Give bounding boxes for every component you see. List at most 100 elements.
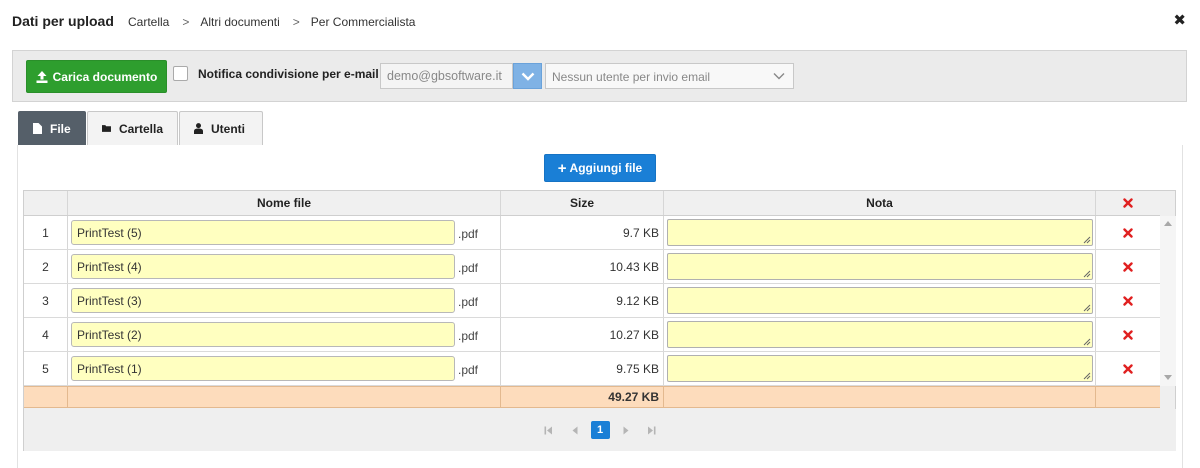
nota-cell bbox=[664, 284, 1096, 317]
nota-cell bbox=[664, 318, 1096, 351]
first-page-button[interactable] bbox=[536, 421, 562, 439]
table-row: 4 PrintTest (2) .pdf 10.27 KB bbox=[24, 318, 1160, 352]
delete-icon bbox=[1123, 295, 1133, 306]
file-name-input[interactable]: PrintTest (2) bbox=[71, 322, 455, 347]
file-size: 10.43 KB bbox=[501, 250, 664, 283]
add-file-button[interactable]: + Aggiungi file bbox=[544, 154, 656, 182]
delete-row-button[interactable] bbox=[1096, 318, 1160, 351]
row-number: 4 bbox=[24, 318, 68, 351]
total-size: 49.27 KB bbox=[501, 387, 664, 407]
add-file-label: Aggiungi file bbox=[569, 161, 643, 175]
notify-label: Notifica condivisione per e-mail bbox=[198, 67, 379, 81]
email-user-select[interactable]: Nessun utente per invio email bbox=[545, 63, 794, 89]
file-extension: .pdf bbox=[458, 227, 479, 241]
name-cell: PrintTest (2) .pdf bbox=[68, 318, 501, 351]
nota-cell bbox=[664, 352, 1096, 385]
last-page-button[interactable] bbox=[639, 421, 665, 439]
header-nota[interactable]: Nota bbox=[664, 191, 1096, 215]
chevron-down-icon bbox=[521, 72, 534, 81]
footer-empty bbox=[1096, 387, 1160, 407]
pager: 1 bbox=[24, 409, 1176, 451]
tab-cartella-label: Cartella bbox=[118, 121, 163, 136]
file-size: 9.75 KB bbox=[501, 352, 664, 385]
delete-row-button[interactable] bbox=[1096, 352, 1160, 385]
file-name-input[interactable]: PrintTest (1) bbox=[71, 356, 455, 381]
chevron-right-icon: > bbox=[182, 15, 190, 29]
file-extension: .pdf bbox=[458, 363, 479, 377]
nota-cell bbox=[664, 216, 1096, 249]
nota-cell bbox=[664, 250, 1096, 283]
tab-utenti-label: Utenti bbox=[211, 121, 245, 136]
table-row: 1 PrintTest (5) .pdf 9.7 KB bbox=[24, 216, 1160, 250]
footer-empty bbox=[664, 387, 1096, 407]
user-icon bbox=[194, 123, 203, 134]
dialog-header: Dati per upload Cartella > Altri documen… bbox=[0, 0, 1200, 44]
tab-bar: File Cartella Utenti bbox=[18, 111, 264, 145]
nota-textarea[interactable] bbox=[667, 355, 1093, 382]
file-extension: .pdf bbox=[458, 295, 479, 309]
nota-textarea[interactable] bbox=[667, 287, 1093, 314]
nota-textarea[interactable] bbox=[667, 219, 1093, 246]
header-nome-file[interactable]: Nome file bbox=[68, 191, 501, 215]
file-icon bbox=[33, 123, 42, 134]
file-size: 10.27 KB bbox=[501, 318, 664, 351]
upload-document-button[interactable]: Carica documento bbox=[26, 60, 167, 93]
tab-utenti[interactable]: Utenti bbox=[179, 111, 263, 145]
next-page-icon bbox=[623, 426, 628, 434]
file-extension: .pdf bbox=[458, 329, 479, 343]
delete-icon bbox=[1123, 329, 1133, 340]
nota-textarea[interactable] bbox=[667, 253, 1093, 280]
prev-page-button[interactable] bbox=[562, 421, 588, 439]
breadcrumb: Cartella > Altri documenti > Per Commerc… bbox=[128, 15, 415, 29]
prev-page-icon bbox=[572, 426, 577, 434]
breadcrumb-item[interactable]: Cartella bbox=[128, 15, 169, 29]
first-page-icon bbox=[544, 426, 552, 434]
next-page-button[interactable] bbox=[613, 421, 639, 439]
grid-header: Nome file Size Nota bbox=[24, 191, 1160, 216]
name-cell: PrintTest (1) .pdf bbox=[68, 352, 501, 385]
file-name-input[interactable]: PrintTest (5) bbox=[71, 220, 455, 245]
nota-textarea[interactable] bbox=[667, 321, 1093, 348]
scroll-down-icon[interactable] bbox=[1164, 375, 1172, 380]
resize-grip-icon[interactable] bbox=[1083, 304, 1091, 312]
grid-rows: 1 PrintTest (5) .pdf 9.7 KB 2 PrintTest … bbox=[24, 216, 1160, 386]
resize-grip-icon[interactable] bbox=[1083, 236, 1091, 244]
toolbar: Carica documento Notifica condivisione p… bbox=[12, 50, 1187, 102]
delete-icon bbox=[1123, 261, 1133, 272]
close-icon[interactable]: ✖ bbox=[1173, 11, 1186, 29]
upload-icon bbox=[36, 70, 48, 83]
grid-footer: 49.27 KB bbox=[24, 386, 1160, 408]
delete-icon bbox=[1123, 227, 1133, 238]
page-number-button[interactable]: 1 bbox=[590, 421, 610, 439]
breadcrumb-item[interactable]: Per Commercialista bbox=[311, 15, 416, 29]
resize-grip-icon[interactable] bbox=[1083, 338, 1091, 346]
tab-cartella[interactable]: Cartella bbox=[87, 111, 178, 145]
breadcrumb-item[interactable]: Altri documenti bbox=[200, 15, 279, 29]
delete-all-button[interactable] bbox=[1096, 191, 1160, 215]
tab-file[interactable]: File bbox=[18, 111, 86, 145]
resize-grip-icon[interactable] bbox=[1083, 372, 1091, 380]
file-name-input[interactable]: PrintTest (4) bbox=[71, 254, 455, 279]
scroll-up-icon[interactable] bbox=[1164, 221, 1172, 226]
table-row: 3 PrintTest (3) .pdf 9.12 KB bbox=[24, 284, 1160, 318]
last-page-icon bbox=[648, 426, 656, 434]
name-cell: PrintTest (4) .pdf bbox=[68, 250, 501, 283]
email-dropdown-button[interactable] bbox=[513, 63, 542, 89]
name-cell: PrintTest (5) .pdf bbox=[68, 216, 501, 249]
notify-checkbox[interactable] bbox=[173, 66, 188, 81]
vertical-scrollbar[interactable] bbox=[1160, 216, 1176, 386]
resize-grip-icon[interactable] bbox=[1083, 270, 1091, 278]
row-number: 2 bbox=[24, 250, 68, 283]
delete-row-button[interactable] bbox=[1096, 250, 1160, 283]
header-rownum bbox=[24, 191, 68, 215]
delete-row-button[interactable] bbox=[1096, 216, 1160, 249]
header-size[interactable]: Size bbox=[501, 191, 664, 215]
delete-icon bbox=[1123, 363, 1133, 374]
dialog-title: Dati per upload bbox=[12, 13, 114, 29]
delete-row-button[interactable] bbox=[1096, 284, 1160, 317]
row-number: 1 bbox=[24, 216, 68, 249]
email-field[interactable]: demo@gbsoftware.it bbox=[380, 63, 513, 89]
row-number: 3 bbox=[24, 284, 68, 317]
file-name-input[interactable]: PrintTest (3) bbox=[71, 288, 455, 313]
delete-icon bbox=[1123, 198, 1133, 208]
